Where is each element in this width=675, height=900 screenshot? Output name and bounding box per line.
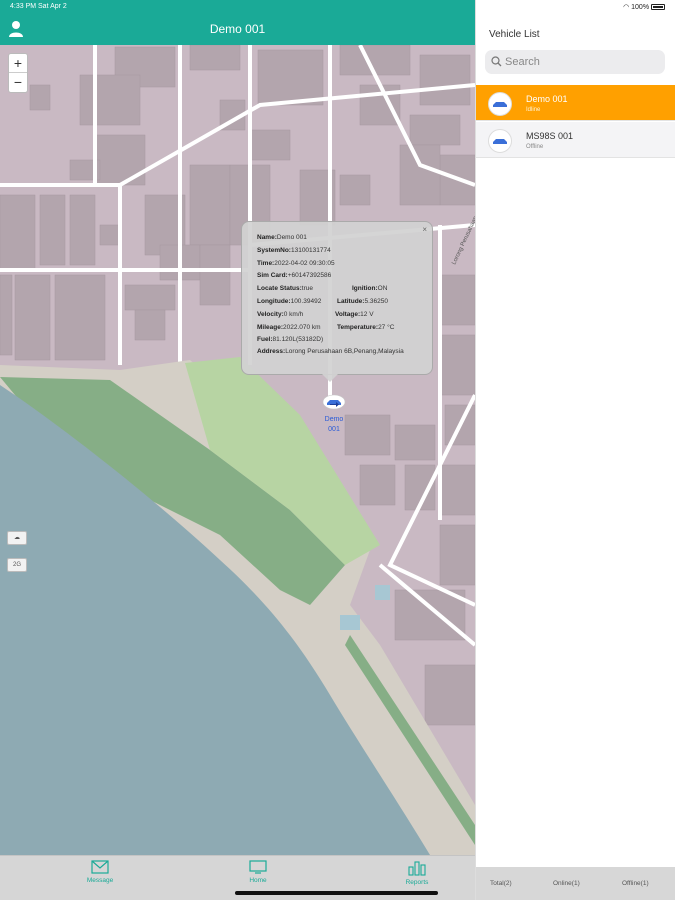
vehicle-list-title: Vehicle List — [489, 29, 540, 40]
popup-row-velocity-voltage: Velocity:0 km/h Voltage:12 V — [257, 310, 374, 318]
home-indicator — [235, 891, 438, 895]
app-root: 4:33 PM Sat Apr 2 Demo 001 Lorong Perusa… — [0, 0, 675, 900]
map-type-button[interactable]: 2G — [7, 558, 27, 572]
vehicle-status: Idline — [526, 107, 541, 113]
tab-message-label: Message — [86, 877, 114, 884]
car-icon — [488, 129, 512, 153]
wifi-icon: ◠ — [623, 4, 630, 11]
filter-total[interactable]: Total(2) — [490, 880, 512, 887]
map-view[interactable]: Lorong Perusahaan 1 + − ☁ 2G — [0, 45, 475, 855]
tab-message[interactable]: Message — [70, 860, 130, 884]
vehicle-item-demo-001[interactable]: Demo 001 Idline — [476, 85, 675, 121]
vehicle-marker-label: Demo 001 — [324, 416, 344, 433]
battery-icon — [651, 4, 665, 10]
popup-row-simcard: Sim Card:+60147392586 — [257, 272, 332, 280]
tab-home[interactable]: Home — [228, 860, 288, 884]
filter-online[interactable]: Online(1) — [553, 880, 580, 887]
popup-row-systemno: SystemNo:13100131774 — [257, 246, 331, 254]
search-bar — [485, 50, 665, 74]
popup-row-address: Address:Lorong Perusahaan 6B,Penang,Mala… — [257, 348, 404, 356]
battery-percent: 100% — [631, 4, 650, 11]
filter-offline[interactable]: Offline(1) — [622, 880, 649, 887]
popup-row-time: Time:2022-04-02 09:30:05 — [257, 259, 335, 267]
car-icon — [322, 394, 346, 410]
close-icon[interactable]: × — [422, 225, 427, 234]
search-icon — [491, 56, 502, 67]
popup-row-locate-ignition: Locate Status:true Ignition:ON — [257, 285, 388, 293]
vehicle-info-popup: × Name:Demo 001 SystemNo:13100131774 Tim… — [241, 221, 433, 382]
vehicle-marker[interactable]: Demo 001 — [320, 394, 348, 435]
vehicle-list-pane: ◠ 100% Vehicle List Demo 001 Idline MS98… — [475, 0, 675, 900]
cloud-layer-button[interactable]: ☁ — [7, 531, 27, 545]
popup-row-name: Name:Demo 001 — [257, 234, 307, 241]
zoom-control: + − — [8, 53, 28, 93]
vehicle-count-footer: Total(2) Online(1) Offline(1) — [476, 867, 675, 900]
status-bar-time: 4:33 PM Sat Apr 2 — [0, 0, 475, 14]
page-title: Demo 001 — [209, 22, 266, 36]
status-bar-right: ◠ 100% — [623, 3, 665, 11]
tab-reports[interactable]: Reports — [387, 860, 447, 886]
map-pane: 4:33 PM Sat Apr 2 Demo 001 Lorong Perusa… — [0, 0, 475, 900]
car-icon — [488, 92, 512, 116]
vehicle-status: Offline — [526, 144, 544, 150]
popup-row-coordinates: Longitude:100.39492 Latitude:5.36250 — [257, 297, 388, 305]
popup-row-fuel: Fuel:81.120L(53182D) — [257, 336, 324, 344]
popup-row-mileage-temperature: Mileage:2022.070 km Temperature:27 °C — [257, 323, 395, 331]
tab-home-label: Home — [249, 877, 267, 884]
zoom-out-button[interactable]: − — [9, 73, 27, 92]
mail-icon — [91, 860, 109, 874]
search-input[interactable] — [505, 50, 655, 74]
vehicle-name: Demo 001 — [526, 94, 568, 104]
header-bar: Demo 001 — [0, 14, 475, 45]
bar-chart-icon — [408, 861, 426, 876]
map-tiles: Lorong Perusahaan 1 — [0, 45, 475, 855]
vehicle-item-ms98s-001[interactable]: MS98S 001 Offline — [476, 122, 675, 158]
zoom-in-button[interactable]: + — [9, 54, 27, 73]
tab-reports-label: Reports — [405, 879, 429, 886]
monitor-icon — [249, 860, 267, 874]
vehicle-name: MS98S 001 — [526, 131, 574, 141]
